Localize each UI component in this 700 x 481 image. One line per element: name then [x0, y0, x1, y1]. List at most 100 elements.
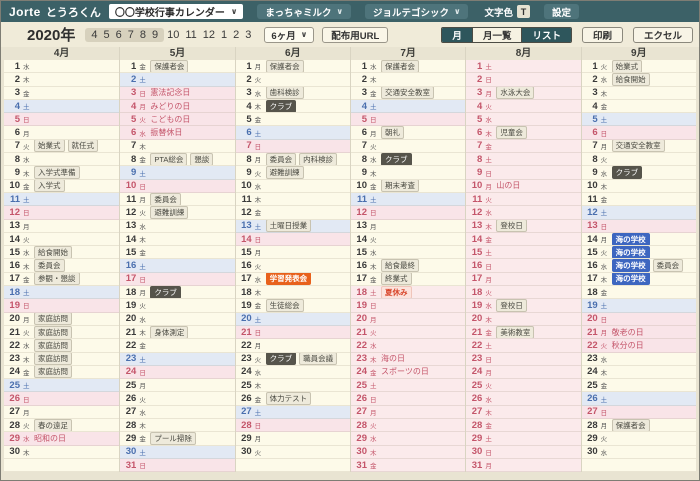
day-row[interactable]: 22 土 [466, 339, 581, 353]
event-badge[interactable]: 終業式 [381, 272, 412, 286]
day-row[interactable]: 25 土 [351, 379, 466, 393]
day-row[interactable]: 27 日 [581, 405, 696, 420]
day-row[interactable]: 22 金 [120, 339, 235, 353]
print-button[interactable]: 印刷 [581, 26, 623, 43]
event-badge[interactable]: 委員会 [652, 259, 684, 272]
day-row[interactable]: 18 火 [466, 286, 581, 300]
day-row[interactable]: 2日 [466, 73, 581, 87]
event-badge[interactable]: 入学式準備 [34, 166, 80, 179]
event-badge[interactable]: 保護者会 [611, 419, 650, 432]
day-row[interactable]: 15 金 [120, 246, 235, 260]
day-row[interactable]: 30 火 [235, 445, 350, 459]
day-row[interactable]: 13 水 [120, 219, 235, 233]
event-badge[interactable]: 土曜日授業 [265, 219, 312, 232]
day-row[interactable]: 24 金家庭訪問 [4, 365, 120, 380]
day-row[interactable]: 18 金 [581, 286, 696, 300]
day-row[interactable]: 4 月みどりの日 [120, 99, 235, 114]
event-badge[interactable]: 保護者会 [150, 60, 189, 73]
day-row[interactable]: 6日 [581, 126, 696, 140]
day-row[interactable]: 19 土 [581, 299, 696, 313]
month-number-10[interactable]: 10 [164, 29, 182, 41]
day-row[interactable]: 19 金生徒総会 [235, 299, 350, 313]
day-row[interactable]: 17 日 [120, 272, 235, 287]
day-row[interactable]: 25 金 [581, 379, 696, 393]
day-row[interactable]: 3 金交通安全教室 [351, 86, 466, 100]
period-select[interactable]: 6ヶ月 ∨ [264, 26, 315, 43]
day-row[interactable]: 7火 [351, 139, 466, 154]
day-row[interactable]: 12 日 [4, 206, 120, 220]
day-row[interactable]: 21 金美術教室 [466, 325, 581, 340]
day-row[interactable]: 23 木家庭訪問 [4, 352, 120, 366]
day-row[interactable]: 30 木 [4, 445, 120, 459]
event-badge[interactable]: 夏休み [381, 286, 412, 299]
event-badge[interactable]: 家庭訪問 [34, 312, 72, 325]
day-row[interactable]: 11 金 [581, 192, 696, 207]
day-row[interactable]: 22 火秋分の日 [581, 339, 696, 353]
day-row[interactable]: 12 火避難訓練 [120, 206, 235, 220]
day-row[interactable]: 13 木登校日 [466, 219, 581, 233]
day-row[interactable]: 5水 [466, 113, 581, 127]
day-row[interactable]: 1土 [466, 60, 581, 74]
event-badge[interactable]: プール掃除 [150, 432, 196, 445]
day-row[interactable]: 17 水学習発表会 [235, 272, 350, 287]
day-row[interactable]: 30 木 [351, 445, 466, 459]
day-row[interactable]: 28 金 [466, 419, 581, 433]
day-row[interactable]: 23 木海の日 [351, 352, 466, 366]
event-badge[interactable]: クラブ [265, 352, 297, 365]
day-row[interactable]: 4土 [351, 99, 466, 114]
event-badge[interactable]: 登校日 [496, 299, 527, 312]
event-badge[interactable]: 給食開始 [34, 246, 72, 259]
day-row[interactable]: 27 水 [120, 405, 235, 420]
day-row[interactable]: 20 土 [235, 312, 350, 326]
day-row[interactable]: 16 土 [120, 259, 235, 273]
day-row[interactable]: 16 木給食最終 [351, 259, 466, 273]
event-badge[interactable]: 家庭訪問 [34, 339, 72, 352]
day-row[interactable]: 3 水歯科検診 [235, 86, 350, 100]
day-row[interactable]: 31 金 [351, 458, 466, 473]
day-row[interactable]: 1 火始業式 [581, 60, 696, 74]
day-row[interactable]: 4土 [4, 99, 120, 114]
day-row[interactable]: 17 月 [466, 272, 581, 287]
event-badge[interactable]: 朝礼 [381, 126, 404, 139]
day-row[interactable]: 28 日 [235, 419, 350, 433]
day-row[interactable]: 27 月 [351, 405, 466, 420]
day-row[interactable]: 10 日 [120, 179, 235, 193]
day-row[interactable]: 19 水登校日 [466, 299, 581, 313]
day-row[interactable]: 8火 [581, 153, 696, 167]
day-row[interactable]: 9土 [120, 166, 235, 180]
day-row[interactable]: 8 金 PTA総会 懇談 [120, 153, 235, 167]
event-badge[interactable]: 委員会 [265, 153, 297, 166]
event-badge[interactable]: 交通安全教室 [611, 139, 665, 153]
day-row[interactable]: 1 金保護者会 [120, 60, 235, 74]
event-badge[interactable]: 委員会 [34, 259, 65, 272]
day-row[interactable]: 6 水振替休日 [120, 126, 235, 140]
text-color-control[interactable]: 文字色 T [484, 5, 530, 19]
month-number-8[interactable]: 8 [137, 29, 149, 41]
day-row[interactable]: 21 火家庭訪問 [4, 325, 120, 340]
event-badge[interactable]: 海の学校 [611, 259, 650, 272]
month-number-12[interactable]: 12 [200, 29, 218, 41]
day-row[interactable]: 13 土土曜日授業 [235, 219, 350, 233]
day-row[interactable]: 24 日 [120, 365, 235, 380]
day-row[interactable]: 25 火 [466, 379, 581, 393]
calendar-select[interactable]: 〇〇学校行事カレンダー ∨ [108, 4, 244, 19]
day-row[interactable]: 24 木 [581, 365, 696, 380]
day-row[interactable]: 26 水 [466, 392, 581, 406]
day-row[interactable]: 7日 [235, 139, 350, 154]
day-row[interactable]: 19 火 [120, 299, 235, 313]
day-row[interactable]: 3 月水泳大会 [466, 86, 581, 100]
month-number-3[interactable]: 3 [242, 29, 254, 41]
day-row[interactable]: 10 月山の日 [466, 179, 581, 193]
day-row[interactable]: 22 水 [351, 339, 466, 353]
day-row[interactable]: 12 日 [351, 206, 466, 220]
event-badge[interactable]: 委員会 [150, 192, 181, 206]
day-row[interactable]: 23 日 [466, 352, 581, 366]
day-row[interactable]: 26 土 [581, 392, 696, 406]
event-badge[interactable]: 交通安全教室 [381, 86, 434, 99]
theme-select[interactable]: まっちゃミルク ∨ [257, 4, 351, 19]
event-badge[interactable]: 春の遠足 [34, 419, 72, 432]
event-badge[interactable]: 身体測定 [150, 325, 189, 339]
day-row[interactable]: 12 水 [466, 206, 581, 220]
day-row[interactable]: 4火 [466, 99, 581, 114]
event-badge[interactable]: クラブ [150, 286, 181, 299]
